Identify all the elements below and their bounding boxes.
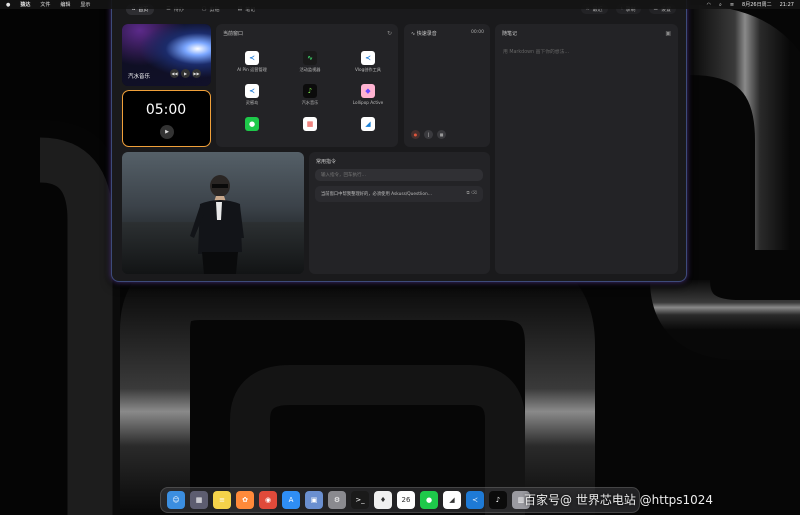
- calendar-icon: ▦: [303, 117, 317, 131]
- photos-icon[interactable]: ✿: [236, 491, 254, 509]
- music-widget[interactable]: 汽水音乐 ◀◀ ▶ ▶▶: [122, 24, 211, 86]
- record-pause-button[interactable]: ‖: [424, 130, 433, 139]
- watermark: 百家号@ 世界芯电站 @https1024: [524, 493, 714, 507]
- finder-icon[interactable]: ☺: [167, 491, 185, 509]
- wechat-icon: ●: [245, 117, 259, 131]
- music-app-icon[interactable]: ♪: [489, 491, 507, 509]
- record-time: 00:00: [471, 30, 484, 35]
- desktop: ● 猿达 文件 编辑 显示 ◠ ⌕ ≡ 8月26日周二 21:27 ⌂ 首页 ☰ 待…: [0, 0, 800, 515]
- notes-card: 随笔记 ▣ 用 Markdown 画下你的想法…: [495, 24, 678, 274]
- quick-record-title: ∿ 快速录音: [411, 30, 437, 37]
- music-title: 汽水音乐: [128, 74, 151, 80]
- app-tile-label: 活动监视器: [299, 67, 321, 72]
- control-center-icon[interactable]: ≡: [730, 2, 734, 8]
- photo-widget: [122, 152, 304, 274]
- activity-monitor-icon: ∿: [303, 51, 317, 65]
- notes-editor[interactable]: 用 Markdown 画下你的想法…: [503, 48, 569, 55]
- app-tile[interactable]: ≺ Vlog创作工具: [338, 51, 398, 73]
- menu-clock[interactable]: 21:27: [780, 2, 794, 8]
- mail-app-icon[interactable]: ◢: [443, 491, 461, 509]
- music-app-icon: ♪: [303, 84, 317, 98]
- save-note-icon[interactable]: ▣: [665, 30, 671, 37]
- calendar-icon[interactable]: 26: [397, 491, 415, 509]
- vscode-icon[interactable]: ≺: [466, 491, 484, 509]
- notes-title: 随笔记: [502, 31, 518, 37]
- menu-date[interactable]: 8月26日周二: [742, 1, 772, 8]
- vscode-icon: ≺: [245, 51, 259, 65]
- app-tile[interactable]: ≺ 灵感岛: [222, 84, 282, 106]
- app-tile[interactable]: ∿ 活动监视器: [280, 51, 340, 73]
- common-commands-card: 常用指令 输入指令，回车执行… 当前窗口中帮我整理好的，必须使用 Askuss/…: [309, 152, 490, 274]
- launchpad-icon[interactable]: ▦: [190, 491, 208, 509]
- current-windows-title: 当前窗口: [223, 31, 244, 37]
- record-start-button[interactable]: ●: [411, 130, 420, 139]
- system-settings-icon[interactable]: ⚙: [328, 491, 346, 509]
- current-windows-card: 当前窗口 ↻ ≺ AI Pin 运营管理 ∿ 活动监视器 ≺ Vlog创作工具 ≺ 灵感岛 ♪ 汽…: [216, 24, 398, 147]
- play-button[interactable]: ▶: [181, 69, 190, 78]
- photo-person: [190, 175, 244, 274]
- menu-file[interactable]: 文件: [40, 1, 50, 8]
- app-tile[interactable]: ≺ AI Pin 运营管理: [222, 51, 282, 73]
- app-tile-label: AI Pin 运营管理: [237, 67, 267, 72]
- mail-app-icon: ◢: [361, 117, 375, 131]
- voice-memos-icon[interactable]: ♦: [374, 491, 392, 509]
- app-tile[interactable]: ▦: [280, 117, 340, 133]
- wechat-icon[interactable]: ●: [420, 491, 438, 509]
- preview-icon[interactable]: ▣: [305, 491, 323, 509]
- quick-record-card: ∿ 快速录音 00:00 ● ‖ ■: [404, 24, 490, 147]
- timer-play-button[interactable]: ▶: [160, 125, 174, 139]
- lollipop-icon: ◆: [361, 84, 375, 98]
- menu-edit[interactable]: 编辑: [60, 1, 70, 8]
- command-input[interactable]: 输入指令，回车执行…: [315, 169, 483, 181]
- app-tile[interactable]: ♪ 汽水音乐: [280, 84, 340, 106]
- command-history-text: 当前窗口中帮我整理好的，必须使用 Askuss/Questlion…: [321, 192, 433, 197]
- app-tile-label: 汽水音乐: [301, 100, 319, 105]
- prev-track-button[interactable]: ◀◀: [170, 69, 179, 78]
- command-history-item[interactable]: 当前窗口中帮我整理好的，必须使用 Askuss/Questlion… ⧉ ⌫: [315, 186, 483, 202]
- app-tile-label: Vlog创作工具: [355, 67, 381, 72]
- notes-icon[interactable]: ≡: [213, 491, 231, 509]
- menu-bar: ● 猿达 文件 编辑 显示 ◠ ⌕ ≡ 8月26日周二 21:27: [0, 0, 800, 9]
- record-stop-button[interactable]: ■: [437, 130, 446, 139]
- wifi-icon[interactable]: ◠: [707, 2, 711, 8]
- menu-app-name[interactable]: 猿达: [20, 1, 30, 8]
- timer-widget[interactable]: 05:00 ▶: [122, 90, 211, 147]
- chrome-icon[interactable]: ◉: [259, 491, 277, 509]
- refresh-icon[interactable]: ↻: [387, 30, 392, 37]
- vscode-icon: ≺: [245, 84, 259, 98]
- app-tile-label: 灵感岛: [245, 100, 259, 105]
- copy-icon[interactable]: ⧉ ⌫: [466, 191, 477, 196]
- vscode-icon: ≺: [361, 51, 375, 65]
- apple-icon[interactable]: ●: [6, 2, 10, 8]
- menu-view[interactable]: 显示: [80, 1, 90, 8]
- app-tile[interactable]: ●: [222, 117, 282, 133]
- common-commands-title: 常用指令: [316, 159, 337, 165]
- next-track-button[interactable]: ▶▶: [192, 69, 201, 78]
- app-store-icon[interactable]: A: [282, 491, 300, 509]
- terminal-icon[interactable]: >_: [351, 491, 369, 509]
- timer-value: 05:00: [145, 102, 187, 118]
- quick-record-title-text: 快速录音: [416, 31, 437, 37]
- app-tile[interactable]: ◢: [338, 117, 398, 133]
- search-icon[interactable]: ⌕: [719, 2, 722, 8]
- app-tile-label: Lollipop Active: [352, 100, 384, 105]
- app-window: ⌂ 首页 ☰ 待办 ▢ 剪贴 ▤ 笔记 ∞ 最近 ♮ 录制 ⚌ 设置 汽水音乐 ◀◀ ▶ ▶▶…: [111, 0, 687, 282]
- app-tile[interactable]: ◆ Lollipop Active: [338, 84, 398, 105]
